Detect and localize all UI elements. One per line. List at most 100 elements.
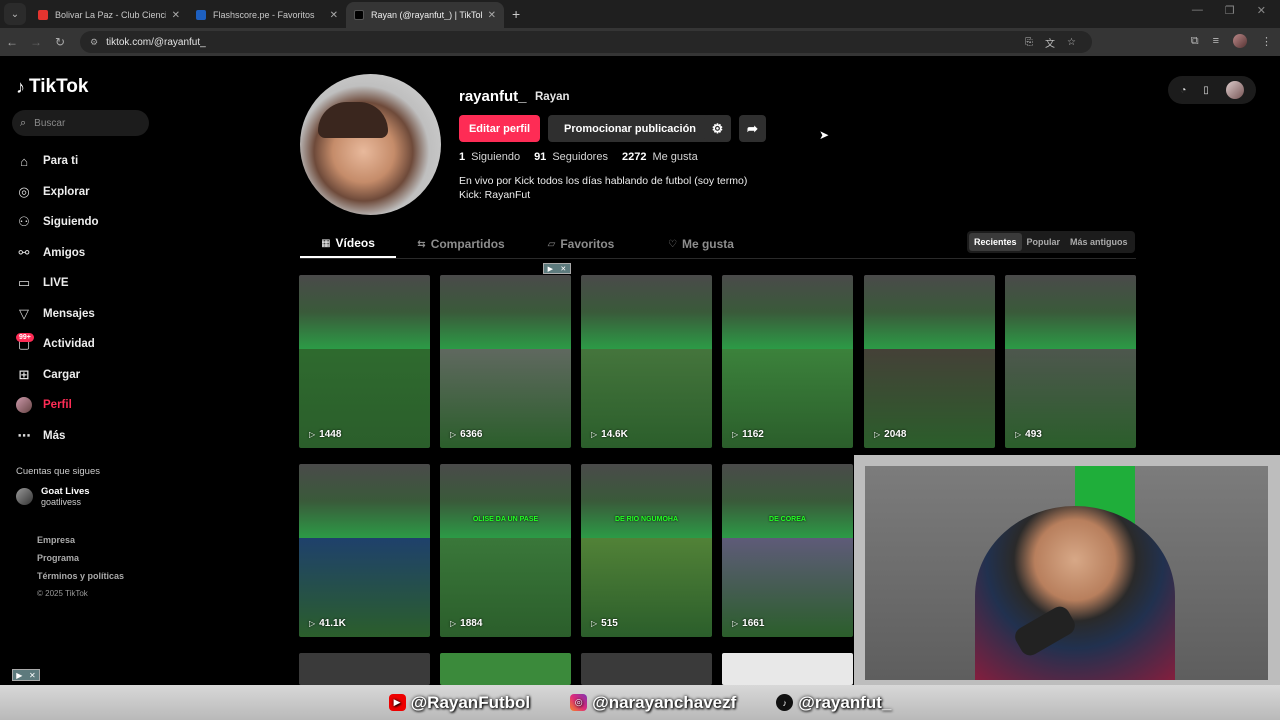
video-thumbnail[interactable]: ▷ 14.6K bbox=[581, 275, 712, 448]
sort-popular[interactable]: Popular bbox=[1022, 233, 1066, 251]
following-section-title: Cuentas que sigues bbox=[16, 466, 100, 477]
video-thumbnail[interactable] bbox=[440, 653, 571, 685]
sort-selector: Recientes Popular Más antiguos bbox=[967, 231, 1135, 253]
browser-tab-3[interactable]: Rayan (@rayanfut_) | TikTok ✕ bbox=[346, 2, 504, 28]
tiktok-favicon-icon bbox=[354, 10, 364, 20]
address-bar[interactable]: ⚙ tiktok.com/@rayanfut_ ⎘ 文 ☆ bbox=[80, 31, 1092, 53]
search-input[interactable] bbox=[34, 117, 135, 129]
share-button[interactable]: ➦ bbox=[739, 115, 766, 142]
site-info-icon[interactable]: ⚙ bbox=[90, 37, 98, 48]
youtube-handle: ▶ @RayanFutbol bbox=[388, 693, 530, 713]
browser-tab-1[interactable]: Bolivar La Paz - Club Cienciano ✕ bbox=[30, 2, 188, 28]
sidebar-item-mensajes[interactable]: ▽ Mensajes bbox=[16, 299, 156, 330]
play-icon: ▷ bbox=[591, 430, 598, 439]
ad-close-box[interactable]: ▶ ✕ bbox=[12, 669, 40, 681]
translate-icon[interactable]: 文 bbox=[1045, 35, 1055, 50]
footer-link-programa[interactable]: Programa bbox=[37, 553, 124, 571]
reload-icon[interactable]: ↻ bbox=[48, 35, 72, 49]
close-icon: ✕ bbox=[29, 670, 36, 680]
maximize-icon[interactable]: ❐ bbox=[1225, 4, 1235, 17]
browser-tab-strip: ⌄ Bolivar La Paz - Club Cienciano ✕ Flas… bbox=[0, 0, 1280, 28]
view-count: ▷ 1884 bbox=[450, 618, 483, 629]
view-count: ▷ 493 bbox=[1015, 429, 1042, 440]
instagram-handle: ◎ @narayanchavezf bbox=[570, 693, 736, 713]
ad-icon: ▶ bbox=[547, 265, 554, 273]
install-icon[interactable]: ⎘ bbox=[1025, 37, 1033, 48]
tiktok-note-icon: ♪ bbox=[16, 76, 25, 97]
sidebar-item-siguiendo[interactable]: ⚇ Siguiendo bbox=[16, 207, 156, 238]
sidebar-item-mas[interactable]: ⋯ Más bbox=[16, 421, 156, 452]
tabs-divider bbox=[300, 258, 1136, 259]
ad-close-box-top[interactable]: ▶ ✕ bbox=[543, 263, 571, 274]
minimize-icon[interactable]: — bbox=[1192, 4, 1203, 17]
sidebar-item-actividad[interactable]: ▢ 99+ Actividad bbox=[16, 329, 156, 360]
followers-count-label[interactable]: Seguidores bbox=[552, 151, 608, 163]
compass-icon: ◎ bbox=[18, 183, 30, 199]
play-icon: ▷ bbox=[1015, 430, 1022, 439]
tab-favoritos[interactable]: ▱ Favoritos bbox=[526, 230, 636, 258]
new-tab-icon[interactable]: + bbox=[512, 6, 520, 22]
browser-profile-avatar[interactable] bbox=[1233, 34, 1247, 48]
sidebar-item-amigos[interactable]: ⚯ Amigos bbox=[16, 238, 156, 269]
sidebar-item-live[interactable]: ▭ LIVE bbox=[16, 268, 156, 299]
video-thumbnail[interactable]: ▷ 41.1K bbox=[299, 464, 430, 637]
video-thumbnail[interactable]: OLISE DA UN PASE ▷ 1884 bbox=[440, 464, 571, 637]
tab-me-gusta[interactable]: ♡ Me gusta bbox=[636, 230, 766, 258]
profile-username: rayanfut_ bbox=[459, 88, 527, 105]
video-thumbnail[interactable] bbox=[299, 653, 430, 685]
tiktok-logo[interactable]: ♪ TikTok bbox=[16, 76, 88, 98]
sidebar-item-cargar[interactable]: ⊞ Cargar bbox=[16, 360, 156, 391]
sort-recientes[interactable]: Recientes bbox=[969, 233, 1022, 251]
forward-icon[interactable]: → bbox=[24, 35, 48, 49]
tab-search-icon[interactable]: ⌄ bbox=[4, 3, 26, 25]
video-thumbnail[interactable]: ▷ 1162 bbox=[722, 275, 853, 448]
footer-link-empresa[interactable]: Empresa bbox=[37, 535, 124, 553]
close-window-icon[interactable]: ✕ bbox=[1257, 4, 1266, 17]
following-account[interactable]: Goat Lives goatlivess bbox=[16, 486, 90, 507]
video-thumbnail[interactable]: ▷ 2048 bbox=[864, 275, 995, 448]
video-thumbnail[interactable]: DE RIO NGUMOHA ▷ 515 bbox=[581, 464, 712, 637]
settings-button[interactable]: ⚙ bbox=[704, 115, 731, 142]
video-thumbnail[interactable]: DE COREA ▷ 1661 bbox=[722, 464, 853, 637]
video-thumbnail[interactable]: ▷ 6366 bbox=[440, 275, 571, 448]
browser-tab-2[interactable]: Flashscore.pe - Favoritos ✕ bbox=[188, 2, 346, 28]
friends-icon: ⚯ bbox=[18, 244, 30, 260]
profile-tabs: ▦ Vídeos ⇆ Compartidos ▱ Favoritos ♡ Me … bbox=[300, 230, 766, 258]
coins-icon[interactable]: ◔ bbox=[1180, 85, 1186, 96]
tab-videos[interactable]: ▦ Vídeos bbox=[300, 230, 396, 258]
user-avatar[interactable] bbox=[1225, 81, 1244, 99]
video-thumbnail[interactable] bbox=[581, 653, 712, 685]
copyright: © 2025 TikTok bbox=[37, 589, 88, 598]
close-tab-icon[interactable]: ✕ bbox=[488, 10, 496, 21]
bookmark-star-icon[interactable]: ☆ bbox=[1067, 37, 1076, 48]
video-caption: OLISE DA UN PASE bbox=[472, 515, 539, 523]
following-count-label[interactable]: Siguiendo bbox=[471, 151, 520, 163]
close-tab-icon[interactable]: ✕ bbox=[330, 10, 338, 21]
video-thumbnail[interactable] bbox=[722, 653, 853, 685]
tiktok-icon: ♪ bbox=[776, 694, 794, 711]
video-thumbnail[interactable]: ▷ 1448 bbox=[299, 275, 430, 448]
profile-nickname: Rayan bbox=[535, 91, 570, 103]
video-caption: DE COREA bbox=[769, 515, 806, 523]
tab-compartidos[interactable]: ⇆ Compartidos bbox=[396, 230, 526, 258]
profile-picture[interactable] bbox=[300, 74, 441, 215]
profile-avatar-icon bbox=[16, 397, 32, 414]
view-count: ▷ 14.6K bbox=[591, 429, 628, 440]
messages-icon: ▽ bbox=[19, 305, 29, 321]
back-icon[interactable]: ← bbox=[0, 35, 24, 49]
footer-link-terminos[interactable]: Términos y políticas bbox=[37, 571, 124, 589]
sidebar-item-explorar[interactable]: ◎ Explorar bbox=[16, 177, 156, 208]
extensions-icon[interactable]: ⧉ bbox=[1191, 35, 1199, 48]
video-thumbnail[interactable]: ▷ 493 bbox=[1005, 275, 1136, 448]
close-tab-icon[interactable]: ✕ bbox=[172, 10, 180, 21]
device-icon[interactable]: ▯ bbox=[1203, 85, 1209, 96]
edit-profile-button[interactable]: Editar perfil bbox=[459, 115, 540, 142]
sidebar-item-para-ti[interactable]: ⌂ Para ti bbox=[16, 146, 156, 177]
sidebar-item-perfil[interactable]: Perfil bbox=[16, 390, 156, 421]
play-icon: ▷ bbox=[309, 619, 316, 628]
sort-mas-antiguos[interactable]: Más antiguos bbox=[1065, 233, 1133, 251]
media-icon[interactable]: ≡ bbox=[1213, 35, 1219, 47]
browser-menu-icon[interactable]: ⋮ bbox=[1261, 35, 1272, 48]
view-count: ▷ 6366 bbox=[450, 429, 483, 440]
promote-post-button[interactable]: Promocionar publicación bbox=[548, 115, 712, 142]
